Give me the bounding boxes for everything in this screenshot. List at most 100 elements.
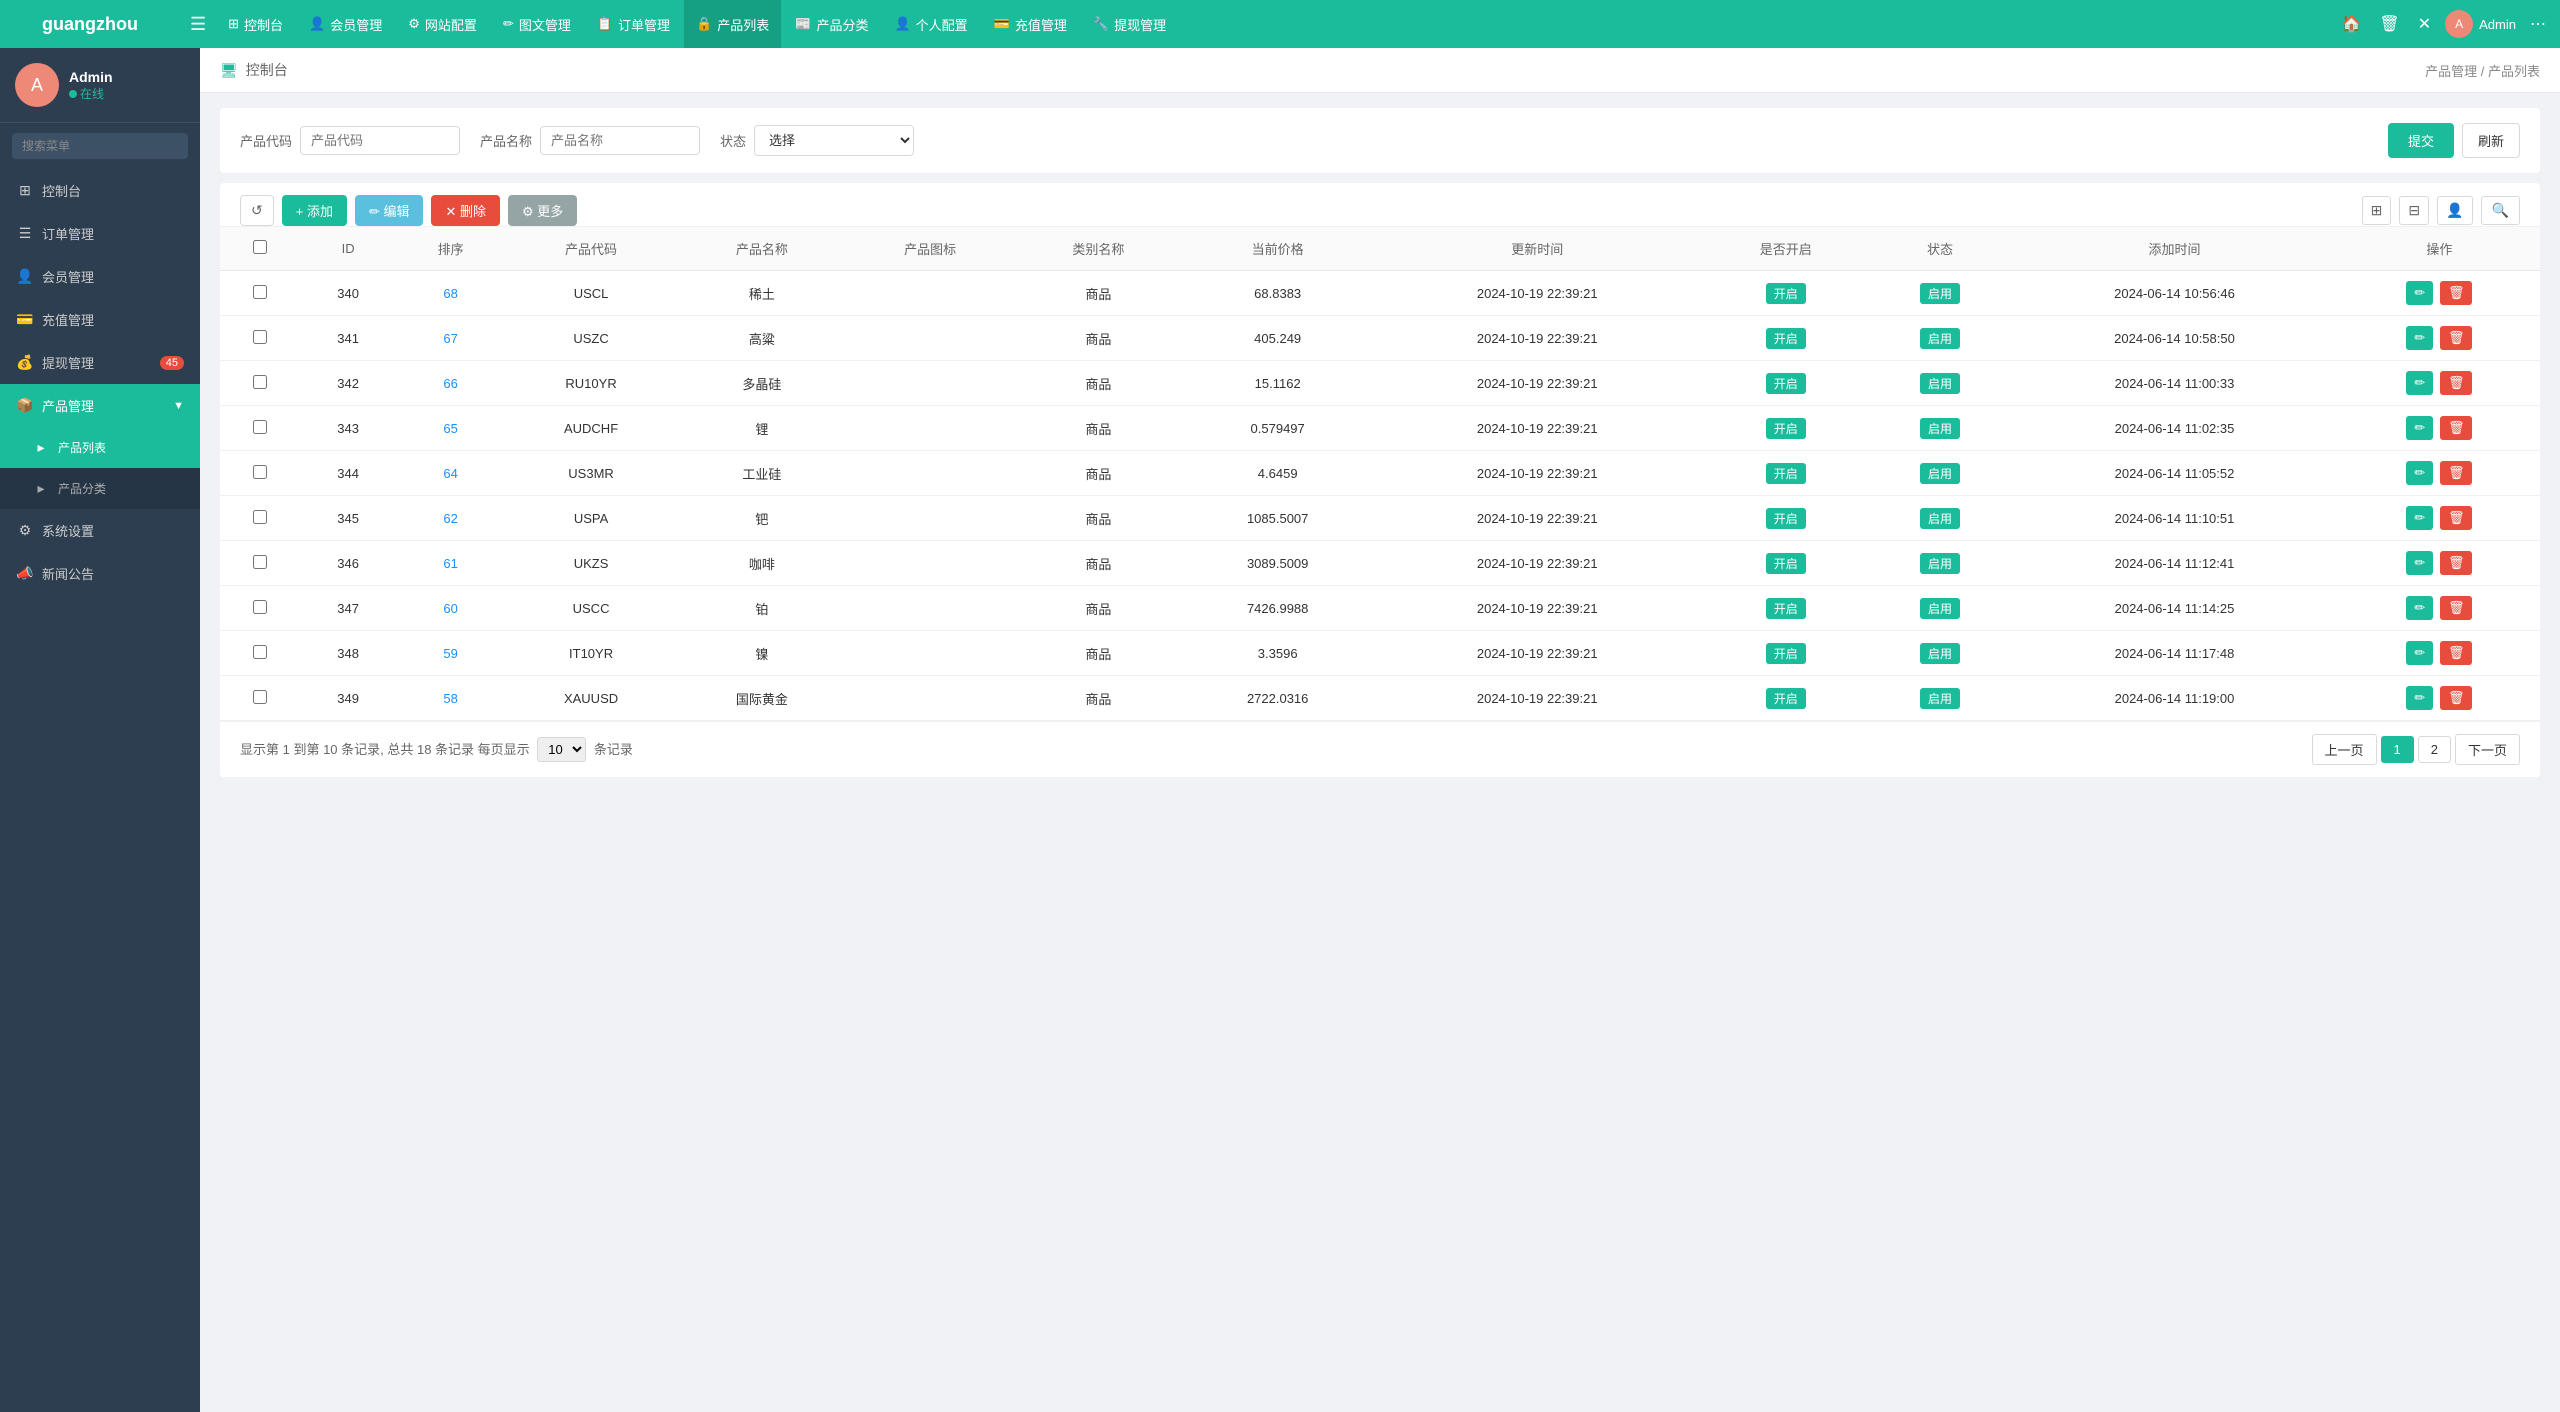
row-checkbox[interactable] — [253, 555, 267, 569]
delete-row-button[interactable]: 🗑 — [2440, 641, 2473, 665]
select-all-checkbox[interactable] — [253, 240, 267, 254]
edit-row-button[interactable]: ✏ — [2406, 281, 2433, 305]
top-nav-item-提现管理[interactable]: 🔧提现管理 — [1081, 0, 1178, 48]
edit-row-button[interactable]: ✏ — [2406, 596, 2433, 620]
delete-row-button[interactable]: 🗑 — [2440, 281, 2473, 305]
sidebar-item-系统设置[interactable]: ⚙系统设置 — [0, 509, 200, 552]
filter-name-input[interactable] — [540, 126, 700, 155]
page-1-button[interactable]: 1 — [2381, 736, 2414, 763]
cell-price: 1085.5007 — [1183, 496, 1373, 541]
cell-category: 商品 — [1014, 316, 1182, 361]
breadcrumb: 🖥 控制台 产品管理 / 产品列表 — [200, 48, 2560, 93]
sidebar-item-新闻公告[interactable]: 📣新闻公告 — [0, 552, 200, 595]
home-icon[interactable]: 🏠 — [2338, 10, 2366, 38]
cell-code: USPA — [504, 496, 677, 541]
prev-page-button[interactable]: 上一页 — [2312, 734, 2377, 765]
sidebar-item-充值管理[interactable]: 💳充值管理 — [0, 298, 200, 341]
delete-row-button[interactable]: 🗑 — [2440, 326, 2473, 350]
sidebar-item-订单管理[interactable]: ☰订单管理 — [0, 212, 200, 255]
cell-enabled: 开启 — [1702, 541, 1870, 586]
next-page-button[interactable]: 下一页 — [2455, 734, 2520, 765]
edit-row-button[interactable]: ✏ — [2406, 371, 2433, 395]
row-checkbox[interactable] — [253, 375, 267, 389]
top-nav-item-订单管理[interactable]: 📋订单管理 — [585, 0, 682, 48]
row-checkbox[interactable] — [253, 465, 267, 479]
table-row: 348 59 IT10YR 镍 商品 3.3596 2024-10-19 22:… — [220, 631, 2540, 676]
row-checkbox[interactable] — [253, 645, 267, 659]
per-page-select[interactable]: 10 20 50 — [537, 737, 586, 762]
delete-icon[interactable]: 🗑 — [2375, 10, 2403, 38]
row-checkbox[interactable] — [253, 285, 267, 299]
delete-row-button[interactable]: 🗑 — [2440, 596, 2473, 620]
delete-row-button[interactable]: 🗑 — [2440, 416, 2473, 440]
sidebar-item-产品列表[interactable]: ▸产品列表 — [0, 427, 200, 468]
cell-enabled: 开启 — [1702, 316, 1870, 361]
top-nav-item-产品列表[interactable]: 🔒产品列表 — [684, 0, 781, 48]
filter-code-input[interactable] — [300, 126, 460, 155]
row-checkbox[interactable] — [253, 420, 267, 434]
row-checkbox[interactable] — [253, 600, 267, 614]
add-button[interactable]: + 添加 — [282, 195, 347, 226]
edit-button[interactable]: ✏ 编辑 — [355, 195, 424, 226]
hamburger-icon[interactable]: ☰ — [190, 14, 206, 35]
table-row: 345 62 USPA 钯 商品 1085.5007 2024-10-19 22… — [220, 496, 2540, 541]
delete-row-button[interactable]: 🗑 — [2440, 461, 2473, 485]
refresh-button-top[interactable]: 刷新 — [2462, 123, 2520, 158]
top-nav-item-图文管理[interactable]: ✏图文管理 — [491, 0, 583, 48]
more-button[interactable]: ⚙ 更多 — [508, 195, 577, 226]
cell-icon — [846, 451, 1014, 496]
cell-updated: 2024-10-19 22:39:21 — [1373, 316, 1702, 361]
sidebar-item-控制台[interactable]: ⊞控制台 — [0, 169, 200, 212]
edit-row-button[interactable]: ✏ — [2406, 641, 2433, 665]
more-icon[interactable]: ⋯ — [2526, 10, 2550, 38]
col-header-7: 当前价格 — [1183, 227, 1373, 271]
edit-row-button[interactable]: ✏ — [2406, 551, 2433, 575]
sidebar-item-提现管理[interactable]: 💰提现管理45 — [0, 341, 200, 384]
view-user-button[interactable]: 👤 — [2437, 196, 2472, 225]
cell-category: 商品 — [1014, 361, 1182, 406]
view-grid-button[interactable]: ⊟ — [2399, 196, 2429, 225]
top-nav-item-会员管理[interactable]: 👤会员管理 — [297, 0, 394, 48]
refresh-icon-button[interactable]: ↺ — [240, 195, 274, 226]
search-input[interactable] — [12, 133, 188, 159]
row-checkbox[interactable] — [253, 510, 267, 524]
cell-status: 启用 — [1870, 406, 2010, 451]
cell-icon — [846, 586, 1014, 631]
top-nav-item-个人配置[interactable]: 👤个人配置 — [882, 0, 979, 48]
top-nav-item-控制台[interactable]: ⊞控制台 — [216, 0, 295, 48]
delete-row-button[interactable]: 🗑 — [2440, 686, 2473, 710]
cell-name: 咖啡 — [678, 541, 846, 586]
top-nav-item-网站配置[interactable]: ⚙网站配置 — [396, 0, 489, 48]
cell-status: 启用 — [1870, 316, 2010, 361]
top-nav-item-充值管理[interactable]: 💳充值管理 — [982, 0, 1079, 48]
delete-row-button[interactable]: 🗑 — [2440, 371, 2473, 395]
edit-row-button[interactable]: ✏ — [2406, 686, 2433, 710]
col-header-11: 添加时间 — [2010, 227, 2339, 271]
row-checkbox[interactable] — [253, 330, 267, 344]
delete-row-button[interactable]: 🗑 — [2440, 506, 2473, 530]
edit-row-button[interactable]: ✏ — [2406, 461, 2433, 485]
cell-category: 商品 — [1014, 631, 1182, 676]
cell-id: 345 — [299, 496, 396, 541]
page-2-button[interactable]: 2 — [2418, 736, 2451, 763]
search-toggle-button[interactable]: 🔍 — [2481, 196, 2520, 225]
submit-button[interactable]: 提交 — [2388, 123, 2454, 158]
view-table-button[interactable]: ⊞ — [2362, 196, 2392, 225]
row-checkbox[interactable] — [253, 690, 267, 704]
user-info-top[interactable]: A Admin — [2445, 10, 2516, 38]
top-nav-right: 🏠 🗑 ✕ A Admin ⋯ — [2338, 10, 2551, 38]
filter-status-select[interactable]: 选择 启用 禁用 — [754, 125, 914, 156]
edit-row-button[interactable]: ✏ — [2406, 416, 2433, 440]
edit-row-button[interactable]: ✏ — [2406, 326, 2433, 350]
close-icon[interactable]: ✕ — [2414, 10, 2435, 38]
edit-row-button[interactable]: ✏ — [2406, 506, 2433, 530]
delete-button[interactable]: ✕ 删除 — [431, 195, 500, 226]
sidebar-item-会员管理[interactable]: 👤会员管理 — [0, 255, 200, 298]
sidebar-item-产品分类[interactable]: ▸产品分类 — [0, 468, 200, 509]
sidebar-item-产品管理[interactable]: 📦产品管理▼ — [0, 384, 200, 427]
delete-row-button[interactable]: 🗑 — [2440, 551, 2473, 575]
cell-updated: 2024-10-19 22:39:21 — [1373, 586, 1702, 631]
top-nav-item-产品分类[interactable]: 📰产品分类 — [783, 0, 880, 48]
cell-icon — [846, 541, 1014, 586]
cell-price: 68.8383 — [1183, 271, 1373, 316]
